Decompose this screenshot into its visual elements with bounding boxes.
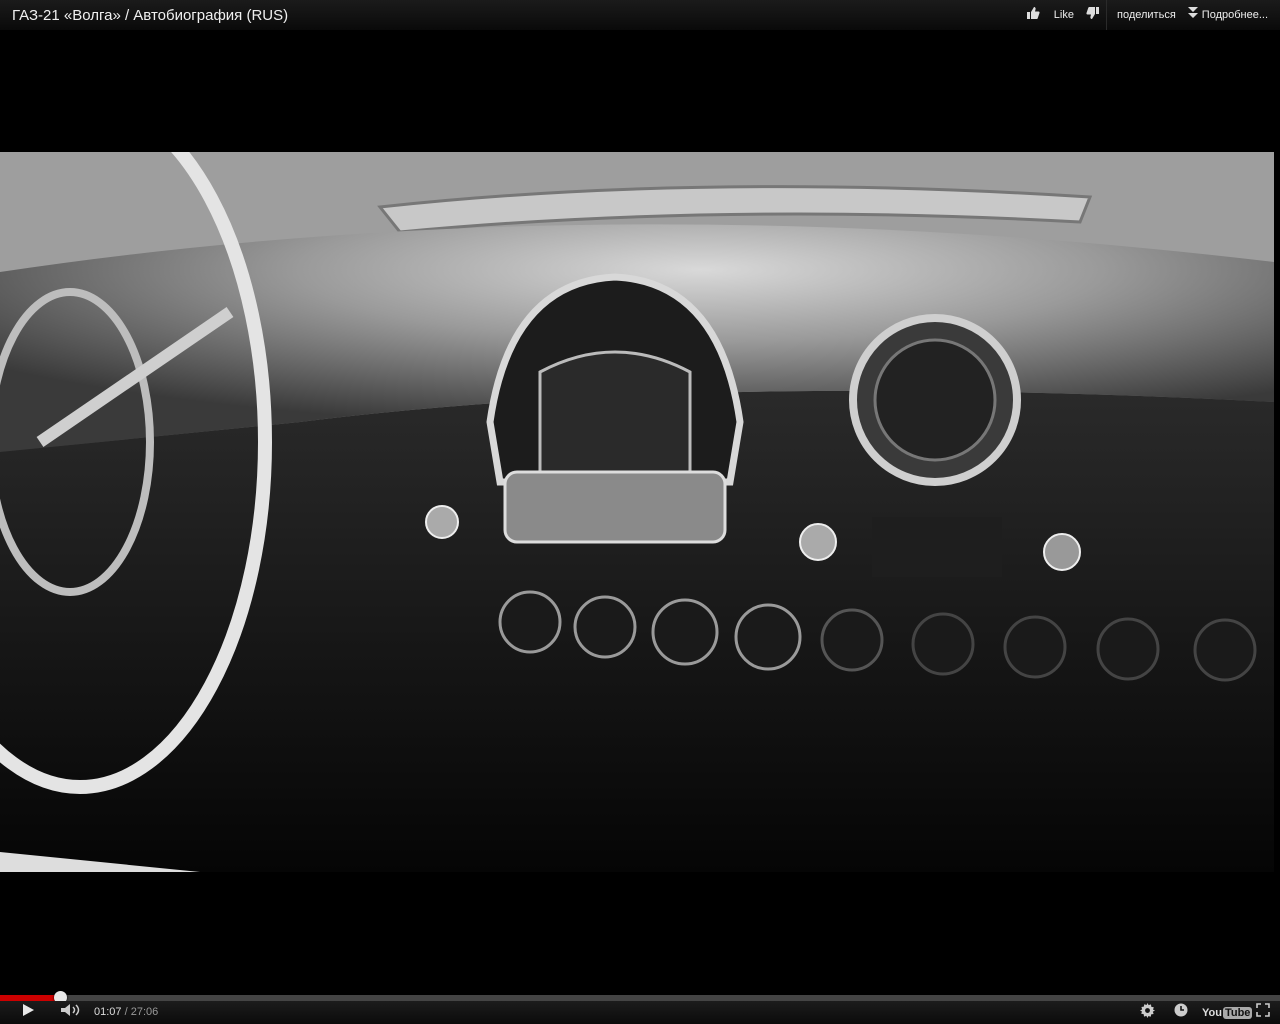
thumbs-up-icon bbox=[1026, 6, 1040, 25]
gear-icon bbox=[1139, 1002, 1155, 1023]
fullscreen-icon bbox=[1256, 1003, 1270, 1022]
time-separator: / bbox=[121, 1006, 131, 1018]
double-chevron-down-icon bbox=[1187, 6, 1198, 24]
fullscreen-button[interactable] bbox=[1252, 1001, 1274, 1024]
time-display: 01:07 / 27:06 bbox=[94, 1006, 158, 1018]
play-button[interactable] bbox=[10, 1001, 46, 1024]
share-button[interactable]: поделиться bbox=[1107, 0, 1182, 30]
youtube-logo[interactable]: You Tube bbox=[1202, 1005, 1253, 1020]
play-icon bbox=[21, 1003, 35, 1022]
settings-button[interactable] bbox=[1136, 1001, 1158, 1024]
logo-tube: Tube bbox=[1222, 1006, 1253, 1019]
share-label: поделиться bbox=[1116, 9, 1176, 21]
title-bar: ГАЗ-21 «Волга» / Автобиография (RUS) Lik… bbox=[0, 0, 1280, 30]
clock-icon bbox=[1174, 1003, 1188, 1022]
duration: 27:06 bbox=[130, 1006, 159, 1018]
video-image bbox=[0, 152, 1274, 872]
current-time: 01:07 bbox=[94, 1006, 122, 1018]
top-actions: Like поделиться Подробнее... bbox=[1020, 0, 1274, 30]
video-frame[interactable] bbox=[0, 152, 1274, 872]
more-info-button[interactable]: Подробнее... bbox=[1182, 0, 1274, 30]
dislike-button[interactable] bbox=[1080, 0, 1106, 30]
volume-button[interactable] bbox=[56, 1001, 86, 1024]
more-info-label: Подробнее... bbox=[1201, 9, 1268, 21]
player-controls: 01:07 / 27:06 You Tube bbox=[0, 1001, 1280, 1024]
like-label: Like bbox=[1053, 9, 1074, 21]
volume-icon bbox=[60, 1003, 82, 1022]
thumbs-down-icon bbox=[1086, 6, 1100, 25]
logo-you: You bbox=[1202, 1006, 1222, 1019]
watch-later-button[interactable] bbox=[1170, 1001, 1192, 1024]
like-button[interactable]: Like bbox=[1020, 0, 1080, 30]
video-title[interactable]: ГАЗ-21 «Волга» / Автобиография (RUS) bbox=[12, 7, 288, 24]
